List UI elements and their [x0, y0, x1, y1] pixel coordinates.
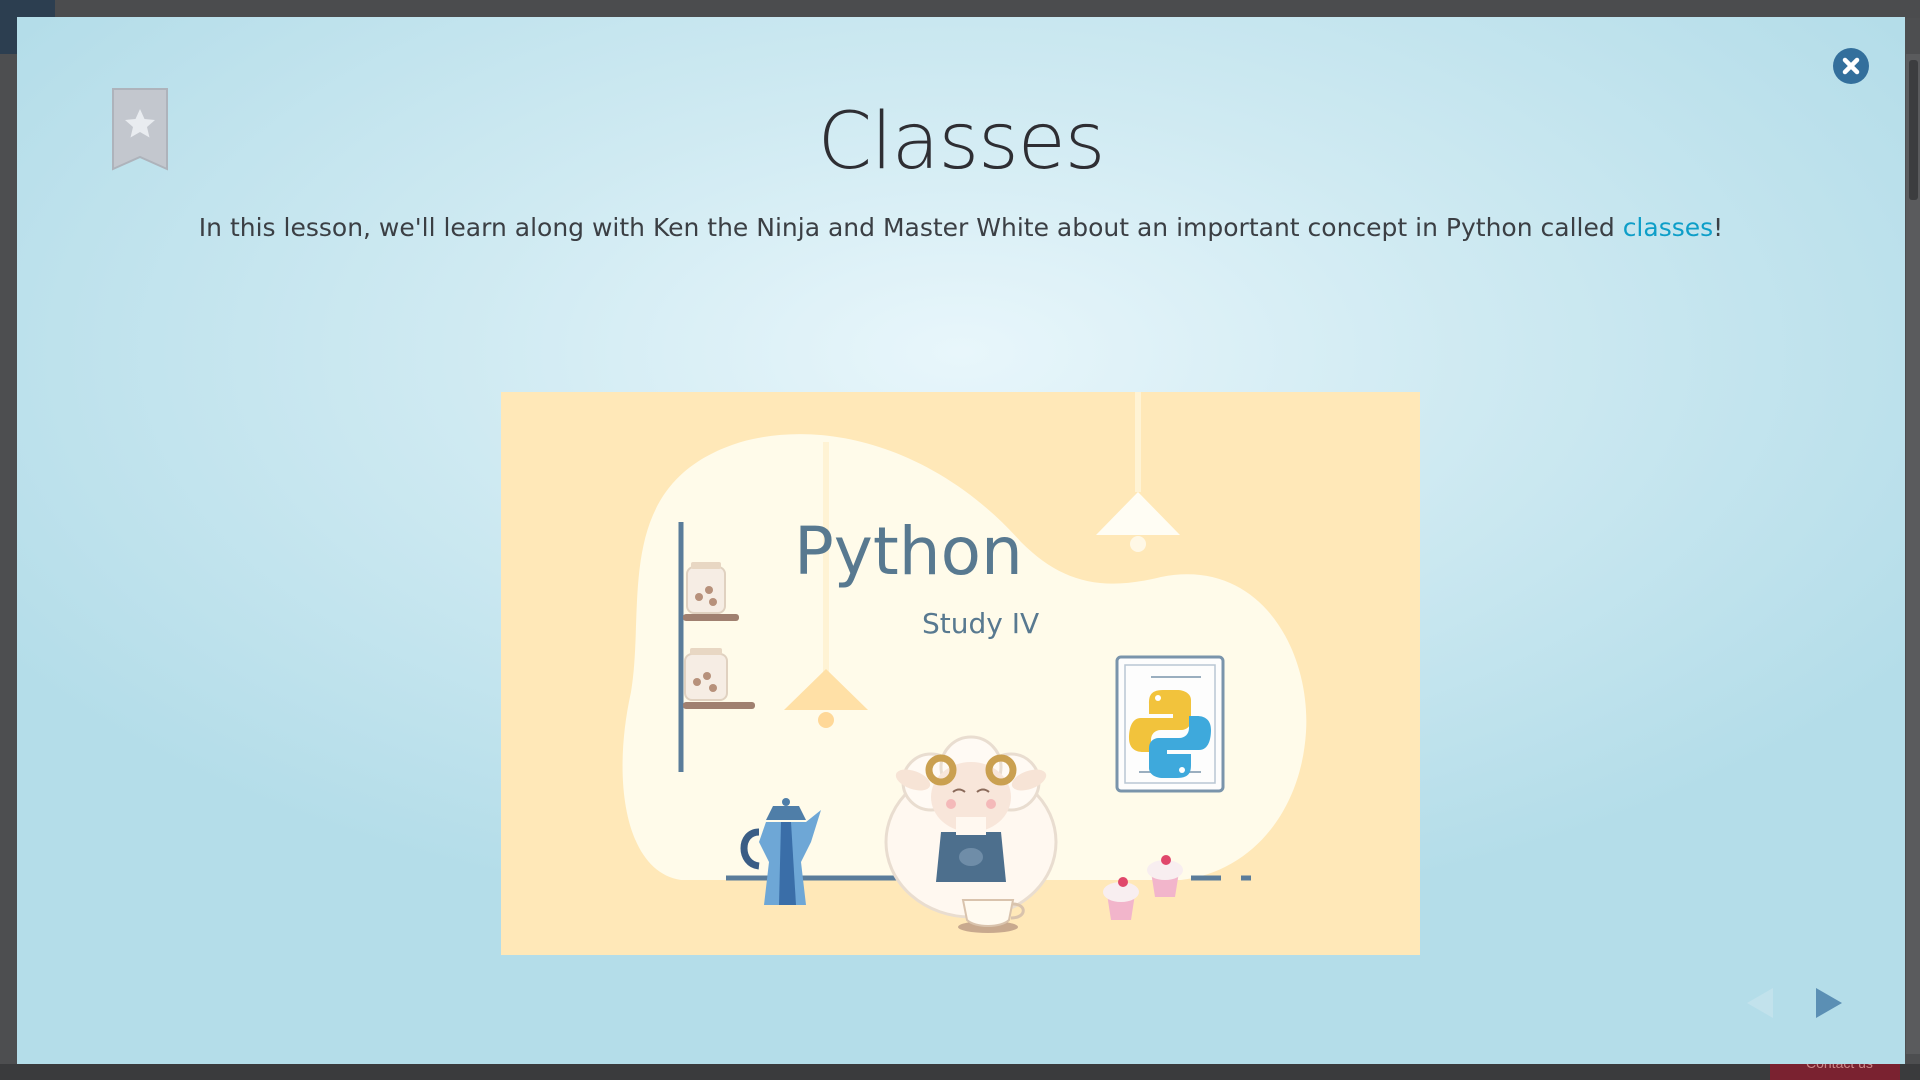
- background-top-bar: [0, 0, 1920, 18]
- python-study-illustration: Python Study IV: [622, 392, 1307, 933]
- lesson-illustration: Python Study IV: [501, 392, 1420, 955]
- intro-text-end: !: [1713, 213, 1724, 242]
- previous-slide-button[interactable]: [1743, 984, 1777, 1022]
- lesson-title: Classes: [817, 97, 1106, 187]
- next-slide-button[interactable]: [1812, 984, 1846, 1022]
- arrow-right-icon: [1816, 988, 1842, 1018]
- close-icon: [1842, 57, 1860, 75]
- lesson-intro-text: In this lesson, we'll learn along with K…: [17, 213, 1905, 242]
- arrow-left-icon: [1747, 988, 1773, 1018]
- lesson-intro-modal: Classes In this lesson, we'll learn alon…: [17, 17, 1905, 1064]
- background-scrollbar[interactable]: [1906, 54, 1920, 1054]
- background-scrollbar-thumb[interactable]: [1909, 60, 1918, 200]
- illustration-subheading: Study IV: [922, 607, 1039, 640]
- close-button[interactable]: [1833, 48, 1869, 84]
- classes-link[interactable]: classes: [1623, 213, 1713, 242]
- background-bottom-bar: [0, 1064, 1920, 1080]
- illustration-heading: Python: [794, 513, 1023, 590]
- intro-text-lead: In this lesson, we'll learn along with K…: [198, 213, 1623, 242]
